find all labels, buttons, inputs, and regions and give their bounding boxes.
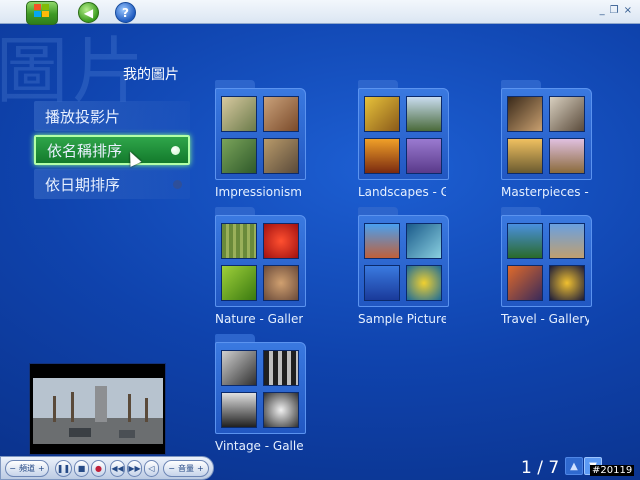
thumbnail-image — [507, 265, 543, 301]
thumbnail-image — [263, 96, 299, 132]
thumbnail-image — [221, 265, 257, 301]
pause-button[interactable]: ❚❚ — [55, 460, 72, 477]
record-button[interactable]: ● — [91, 460, 106, 477]
thumbnail-image — [364, 138, 400, 174]
plus-icon: + — [197, 464, 204, 473]
mute-button[interactable]: ◁ — [144, 460, 159, 477]
restore-button[interactable]: ❐ — [610, 5, 619, 17]
skip-back-icon: ◀◀ — [111, 464, 124, 473]
minus-icon: − — [168, 464, 175, 473]
menu-item-sort-by-date[interactable]: 依日期排序 — [34, 169, 190, 199]
transport-bar: − 頻道 + ❚❚ ■ ● ◀◀ ▶▶ ◁ − 音量 + — [0, 456, 214, 480]
folder-label: Vintage - Galle — [215, 439, 303, 453]
folder-vintage[interactable]: Vintage - Galle — [215, 334, 325, 453]
chevron-up-icon: ▲ — [570, 460, 578, 472]
thumbnail-image — [549, 265, 585, 301]
folder-impressionism[interactable]: Impressionism — [215, 80, 325, 199]
thumbnail-image — [507, 96, 543, 132]
window-controls: _ ❐ × — [600, 5, 632, 17]
folder-label: Travel - Gallery — [501, 312, 589, 326]
skip-forward-icon: ▶▶ — [128, 464, 141, 473]
speaker-icon: ◁ — [148, 464, 155, 473]
thumbnail-image — [263, 392, 299, 428]
menu-item-label: 依名稱排序 — [47, 141, 123, 160]
folder-label: Landscapes - G — [358, 185, 446, 199]
thumbnail-image — [221, 138, 257, 174]
sort-menu: 播放投影片 依名稱排序 依日期排序 — [34, 101, 190, 203]
menu-item-slideshow[interactable]: 播放投影片 — [34, 101, 190, 131]
video-preview[interactable] — [29, 363, 166, 455]
folder-travel[interactable]: Travel - Gallery — [501, 207, 611, 326]
folder-label: Impressionism — [215, 185, 302, 199]
thumbnail-image — [364, 96, 400, 132]
plus-icon: + — [38, 464, 45, 473]
selected-indicator-icon — [171, 145, 180, 155]
stop-icon: ■ — [77, 464, 86, 473]
volume-label: 音量 — [178, 464, 194, 473]
next-button[interactable]: ▶▶ — [127, 460, 142, 477]
thumbnail-image — [549, 96, 585, 132]
pause-icon: ❚❚ — [56, 464, 71, 473]
channel-label: 頻道 — [19, 464, 35, 473]
thumbnail-image — [221, 350, 257, 386]
page-title: 我的圖片 — [123, 67, 179, 83]
stop-button[interactable]: ■ — [74, 460, 89, 477]
thumbnail-image — [406, 138, 442, 174]
folder-label: Sample Picture — [358, 312, 446, 326]
channel-control[interactable]: − 頻道 + — [5, 460, 49, 477]
menu-item-label: 播放投影片 — [45, 107, 121, 126]
folder-label: Nature - Galler — [215, 312, 303, 326]
menu-item-label: 依日期排序 — [45, 175, 121, 194]
thumbnail-image — [263, 138, 299, 174]
thumbnail-image — [263, 265, 299, 301]
page-up-button[interactable]: ▲ — [565, 457, 583, 475]
thumbnail-image — [263, 223, 299, 259]
minus-icon: − — [9, 464, 16, 473]
folder-masterpieces[interactable]: Masterpieces - — [501, 80, 611, 199]
thumbnail-image — [221, 96, 257, 132]
image-id-label: #20119 — [590, 465, 635, 476]
indicator-icon — [173, 179, 182, 189]
thumbnail-image — [507, 138, 543, 174]
thumbnail-image — [221, 392, 257, 428]
thumbnail-image — [221, 223, 257, 259]
thumbnail-image — [406, 96, 442, 132]
thumbnail-image — [364, 223, 400, 259]
thumbnail-image — [507, 223, 543, 259]
volume-control[interactable]: − 音量 + — [163, 460, 209, 477]
close-button[interactable]: × — [624, 5, 632, 17]
thumbnail-image — [549, 138, 585, 174]
folder-landscapes[interactable]: Landscapes - G — [358, 80, 468, 199]
folder-sample-pictures[interactable]: Sample Picture — [358, 207, 468, 326]
thumbnail-image — [263, 350, 299, 386]
thumbnail-image — [406, 223, 442, 259]
page-indicator: 1 / 7 — [521, 458, 560, 478]
minimize-button[interactable]: _ — [600, 5, 605, 17]
previous-button[interactable]: ◀◀ — [110, 460, 125, 477]
folder-nature[interactable]: Nature - Galler — [215, 207, 325, 326]
record-icon: ● — [95, 464, 102, 473]
video-frame-image — [33, 378, 163, 444]
folder-label: Masterpieces - — [501, 185, 589, 199]
thumbnail-image — [364, 265, 400, 301]
thumbnail-image — [406, 265, 442, 301]
menu-item-sort-by-name[interactable]: 依名稱排序 — [34, 135, 190, 165]
thumbnail-image — [549, 223, 585, 259]
